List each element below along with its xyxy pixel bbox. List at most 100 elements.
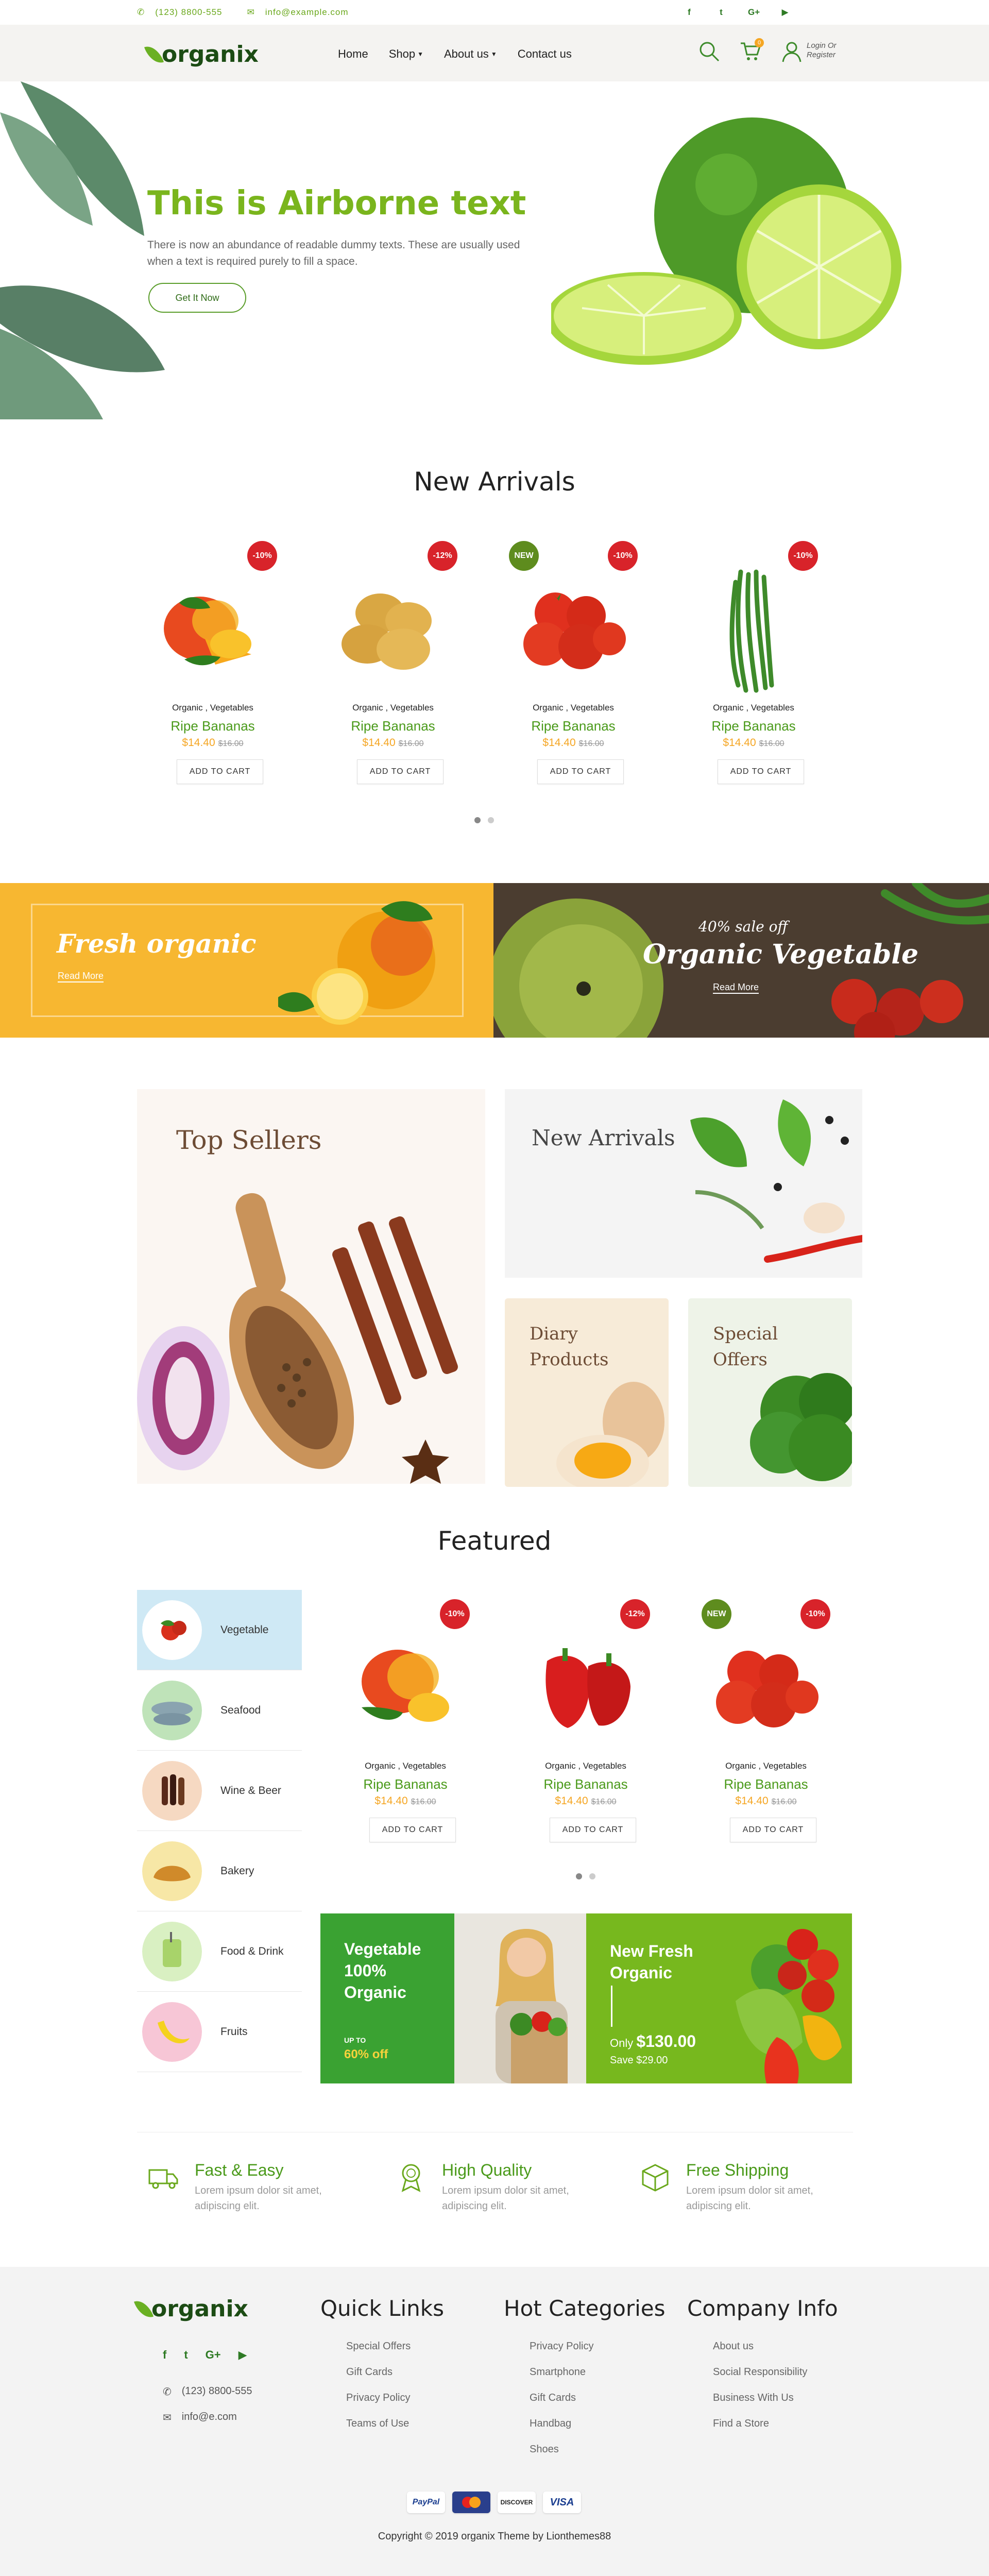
product-name[interactable]: Ripe Bananas (679, 718, 828, 734)
top-sellers-tile[interactable]: Top Sellers (137, 1089, 485, 1484)
footer-link[interactable]: Social Responsibility (687, 2359, 838, 2385)
carousel-dot[interactable] (589, 1873, 595, 1879)
footer-link[interactable]: Handbag (504, 2411, 665, 2436)
footer-link[interactable]: Gift Cards (320, 2359, 444, 2385)
add-to-cart-button[interactable]: ADD TO CART (730, 1818, 816, 1842)
youtube-icon[interactable]: ▶ (780, 7, 790, 18)
sidebar-item-vegetable[interactable]: Vegetable (137, 1590, 302, 1670)
product-category: Organic , Vegetables (352, 703, 434, 713)
product-card[interactable]: -10% Organic , Vegetables Ripe Bananas $… (138, 541, 287, 809)
carousel-dot[interactable] (474, 817, 481, 823)
nav-contact[interactable]: Contact us (518, 47, 572, 61)
product-card[interactable]: -10% Organic , Vegetables Ripe Bananas $… (679, 541, 828, 809)
footer-link[interactable]: Business With Us (687, 2385, 838, 2411)
product-card[interactable]: NEW -10% Organic , Vegetables Ripe Banan… (691, 1599, 841, 1867)
banner-divider (611, 1986, 612, 2027)
sidebar-item-seafood[interactable]: Seafood (137, 1670, 302, 1751)
add-to-cart-button[interactable]: ADD TO CART (537, 759, 624, 784)
google-plus-icon[interactable]: G+ (748, 7, 760, 18)
facebook-icon[interactable]: f (684, 7, 694, 18)
nav-about[interactable]: About us ▼ (444, 47, 497, 61)
footer-link[interactable]: Smartphone (504, 2359, 665, 2385)
nav-home[interactable]: Home (338, 47, 368, 61)
product-name[interactable]: Ripe Bananas (691, 1776, 841, 1792)
carousel-dot[interactable] (576, 1873, 582, 1879)
fresh-organic-banner[interactable]: Fresh organic Read More (0, 883, 493, 1038)
product-name[interactable]: Ripe Bananas (318, 718, 468, 734)
add-to-cart-button[interactable]: ADD TO CART (718, 759, 804, 784)
footer-email[interactable]: ✉ info@e.com (163, 2411, 237, 2424)
sidebar-item-fruits[interactable]: Fruits (137, 1992, 302, 2072)
add-to-cart-button[interactable]: ADD TO CART (357, 759, 444, 784)
product-name[interactable]: Ripe Bananas (331, 1776, 480, 1792)
read-more-link[interactable]: Read More (713, 982, 759, 994)
top-social: f t G+ ▶ (684, 0, 790, 25)
sidebar-item-bakery[interactable]: Bakery (137, 1831, 302, 1911)
carousel-dot[interactable] (488, 817, 494, 823)
footer-logo[interactable]: organix (133, 2296, 248, 2322)
price-value: $14.40 (362, 737, 396, 749)
product-card[interactable]: -12% Organic , Vegetables Ripe Bananas $… (318, 541, 468, 809)
product-card[interactable]: -10% Organic , Vegetables Ripe Bananas $… (331, 1599, 480, 1867)
mastercard-icon (452, 2492, 490, 2513)
footer-link[interactable]: Special Offers (320, 2333, 444, 2359)
caret-down-icon: ▼ (490, 50, 497, 58)
product-name[interactable]: Ripe Bananas (511, 1776, 660, 1792)
search-icon[interactable] (698, 40, 721, 63)
special-offers-tile[interactable]: Special Offers (688, 1298, 852, 1487)
phone-contact[interactable]: ✆ (123) 8800-555 (137, 7, 223, 18)
footer-link[interactable]: About us (687, 2333, 838, 2359)
user-icon[interactable] (780, 40, 803, 63)
youtube-icon[interactable]: ▶ (238, 2348, 247, 2362)
add-to-cart-button[interactable]: ADD TO CART (550, 1818, 636, 1842)
footer-link[interactable]: Shoes (504, 2436, 665, 2462)
product-price: $14.40 $16.00 (318, 737, 468, 749)
eggs-image (556, 1382, 664, 1487)
woman-with-vegetables-image (454, 1913, 586, 2083)
footer-link[interactable]: Find a Store (687, 2411, 838, 2436)
product-card[interactable]: NEW -10% Organic , Vegetables Ripe Banan… (499, 541, 648, 809)
product-name[interactable]: Ripe Bananas (138, 718, 287, 734)
footer-link[interactable]: Privacy Policy (504, 2333, 665, 2359)
organic-vegetable-banner[interactable]: 40% sale off Organic Vegetable Read More (493, 883, 989, 1038)
discount-label: 60% off (344, 2047, 388, 2061)
logo[interactable]: organix (144, 41, 259, 67)
read-more-link[interactable]: Read More (58, 971, 104, 982)
footer-social: f t G+ ▶ (163, 2348, 247, 2362)
potato-image (342, 594, 432, 670)
footer-link[interactable]: Teams of Use (320, 2411, 444, 2436)
add-to-cart-button[interactable]: ADD TO CART (177, 759, 263, 784)
get-it-now-button[interactable]: Get It Now (148, 283, 246, 313)
tile-title: New Arrivals (532, 1125, 675, 1150)
featured-title: Featured (437, 1526, 552, 1556)
mango-image (362, 1650, 449, 1722)
product-name[interactable]: Ripe Bananas (499, 718, 648, 734)
diary-products-tile[interactable]: Diary Products (505, 1298, 669, 1487)
carousel-dots (474, 817, 494, 823)
price-value: $14.40 (374, 1795, 408, 1807)
google-plus-icon[interactable]: G+ (206, 2348, 221, 2362)
old-price: $16.00 (578, 739, 604, 748)
footer-link[interactable]: Gift Cards (504, 2385, 665, 2411)
product-category: Organic , Vegetables (172, 703, 253, 713)
footer-link[interactable]: Privacy Policy (320, 2385, 444, 2411)
twitter-icon[interactable]: t (716, 7, 726, 18)
new-arrivals-tile[interactable]: New Arrivals (505, 1089, 862, 1278)
register-text: Register (807, 50, 835, 59)
sidebar-item-food-drink[interactable]: Food & Drink (137, 1911, 302, 1992)
facebook-icon[interactable]: f (163, 2348, 166, 2362)
sidebar-item-wine-beer[interactable]: Wine & Beer (137, 1751, 302, 1831)
mango-image (164, 597, 251, 666)
price-value: $14.40 (735, 1795, 769, 1807)
login-register-link[interactable]: Login Or Register (807, 41, 837, 60)
footer-phone[interactable]: ✆ (123) 8800-555 (163, 2385, 252, 2398)
vegetable-organic-banner[interactable]: Vegetable 100% Organic UP TO 60% off (320, 1913, 586, 2083)
product-card[interactable]: -12% Organic , Vegetables Ripe Bananas $… (511, 1599, 660, 1867)
new-fresh-organic-banner[interactable]: New Fresh Organic Only $130.00 Save $29.0… (586, 1913, 852, 2083)
email-contact[interactable]: ✉ info@example.com (247, 7, 349, 18)
wine-icon (142, 1761, 202, 1821)
twitter-icon[interactable]: t (184, 2348, 187, 2362)
add-to-cart-button[interactable]: ADD TO CART (369, 1818, 456, 1842)
old-price: $16.00 (759, 739, 785, 748)
nav-shop[interactable]: Shop ▼ (389, 47, 423, 61)
